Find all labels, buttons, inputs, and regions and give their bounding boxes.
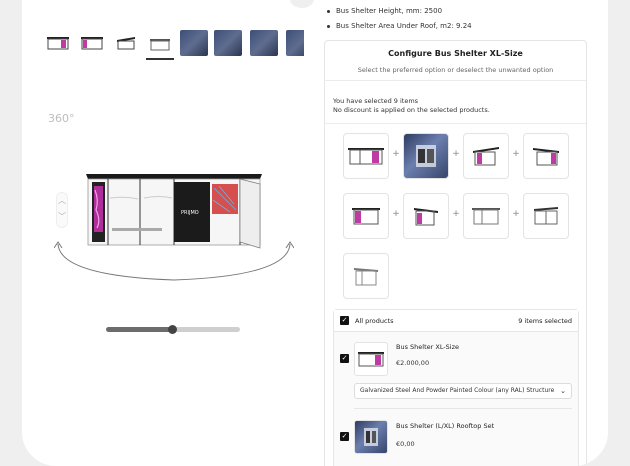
plus-icon: + — [512, 149, 520, 159]
option-tile-2[interactable] — [403, 133, 449, 179]
check-icon: ✓ — [341, 316, 348, 324]
plus-icon: + — [392, 209, 400, 219]
all-products-checkbox[interactable]: ✓ — [340, 316, 349, 325]
option-tile-4[interactable] — [523, 133, 569, 179]
thumbnail-2[interactable] — [78, 30, 106, 56]
check-icon: ✓ — [341, 354, 348, 362]
selected-count-text: You have selected 9 items — [333, 97, 419, 105]
thumbnail-photo-1[interactable] — [180, 30, 208, 56]
plus-icon: + — [452, 209, 460, 219]
chevron-down-icon: ⌄ — [560, 387, 566, 395]
product-list: ✓ All products 9 items selected ✓ Bus Sh… — [333, 309, 579, 466]
product-thumbnail — [354, 342, 388, 376]
chevron-down-icon[interactable]: ﹀ — [57, 209, 67, 225]
configurator-panel: Configure Bus Shelter XL-Size Select the… — [324, 40, 587, 466]
plus-icon: + — [392, 149, 400, 159]
thumbnail-photo-4[interactable] — [286, 30, 304, 56]
thumbnail-strip — [44, 30, 304, 60]
configurator-title: Configure Bus Shelter XL-Size — [388, 49, 523, 58]
bus-shelter-3d-view[interactable]: PRIJMO — [84, 170, 264, 250]
product-name: Bus Shelter XL-Size — [396, 343, 460, 351]
option-tile-6[interactable] — [403, 193, 449, 239]
spec-roof-area: Bus Shelter Area Under Roof, m2: 9.24 — [326, 19, 472, 34]
rotation-arc-icon[interactable] — [54, 240, 294, 284]
svg-text:PRIJMO: PRIJMO — [181, 210, 199, 216]
product-list-header: ✓ All products 9 items selected — [334, 310, 578, 332]
structure-variant-select[interactable]: Galvanized Steel And Powder Painted Colo… — [354, 383, 572, 399]
selection-summary: You have selected 9 items No discount is… — [333, 97, 490, 115]
scroll-top-stub — [290, 0, 314, 8]
thumbnail-4-selected[interactable] — [146, 30, 174, 60]
configurator-header: Configure Bus Shelter XL-Size Select the… — [325, 41, 586, 81]
option-tile-8[interactable] — [523, 193, 569, 239]
product-checkbox[interactable]: ✓ — [340, 354, 349, 363]
discount-text: No discount is applied on the selected p… — [333, 106, 490, 114]
variant-value: Galvanized Steel And Powder Painted Colo… — [360, 387, 555, 394]
option-tile-3[interactable] — [463, 133, 509, 179]
product-thumbnail — [354, 420, 388, 454]
all-products-label: All products — [355, 316, 394, 325]
option-tile-1[interactable] — [343, 133, 389, 179]
product-page: 360° ︿ ﹀ PRIJMO Bus Shelter Height, mm: … — [22, 0, 608, 466]
thumbnail-photo-3[interactable] — [250, 30, 278, 56]
option-tile-5[interactable] — [343, 193, 389, 239]
plus-icon: + — [512, 209, 520, 219]
product-name: Bus Shelter (L/XL) Rooftop Set — [396, 422, 495, 430]
divider — [325, 123, 586, 124]
vertical-rotate-control[interactable]: ︿ ﹀ — [56, 192, 68, 228]
zoom-slider-handle[interactable] — [168, 325, 177, 334]
chevron-up-icon[interactable]: ︿ — [57, 193, 67, 209]
items-selected-count: 9 items selected — [518, 316, 572, 325]
configurator-subtitle: Select the preferred option or deselect … — [357, 66, 554, 74]
spec-list: Bus Shelter Height, mm: 2500 Bus Shelter… — [326, 4, 472, 34]
rotation-label: 360° — [48, 112, 75, 125]
thumbnail-1[interactable] — [44, 30, 72, 56]
thumbnail-photo-2[interactable] — [214, 30, 242, 56]
check-icon: ✓ — [341, 432, 348, 440]
thumbnail-3[interactable] — [112, 30, 140, 56]
product-price: €0,00 — [396, 440, 415, 448]
plus-icon: + — [452, 149, 460, 159]
spec-height: Bus Shelter Height, mm: 2500 — [326, 4, 472, 19]
option-tile-7[interactable] — [463, 193, 509, 239]
option-tile-9[interactable] — [343, 253, 389, 299]
product-price: €2.000,00 — [396, 359, 430, 367]
product-checkbox[interactable]: ✓ — [340, 432, 349, 441]
divider — [354, 408, 572, 409]
